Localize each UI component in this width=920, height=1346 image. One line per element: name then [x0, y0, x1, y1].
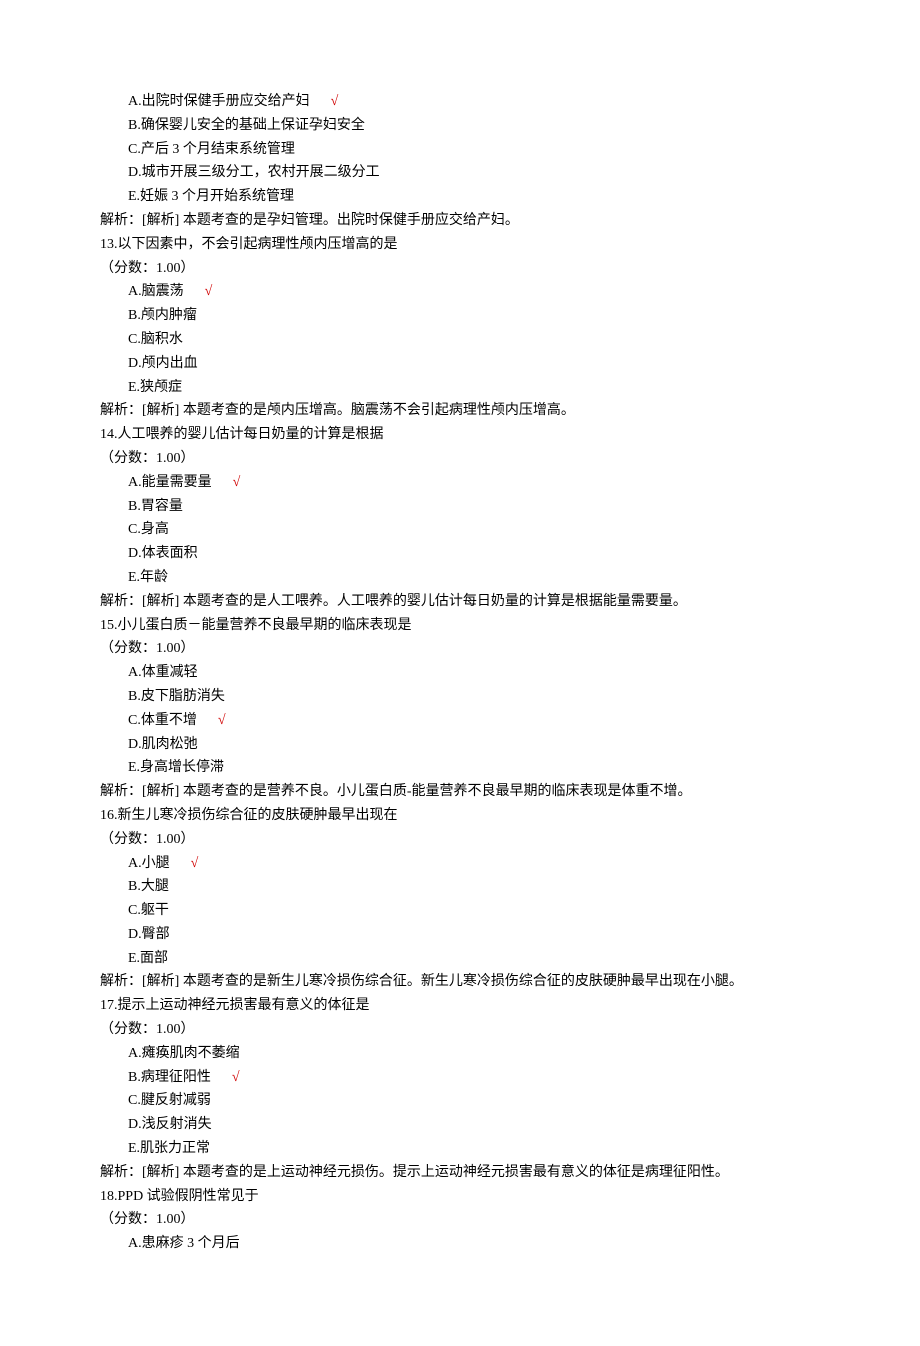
option-label: E.肌张力正常	[128, 1141, 210, 1156]
option: C.腱反射减弱	[100, 1089, 820, 1113]
option: C.脑积水	[100, 328, 820, 352]
option: E.身高增长停滞	[100, 756, 820, 780]
option-label: A.瘫痪肌肉不萎缩	[128, 1046, 240, 1061]
option-label: E.妊娠 3 个月开始系统管理	[128, 189, 294, 204]
question-score: （分数：1.00）	[100, 637, 820, 661]
check-icon: √	[218, 713, 226, 728]
question-stem: 17.提示上运动神经元损害最有意义的体征是	[100, 994, 820, 1018]
option: D.城市开展三级分工，农村开展二级分工	[100, 161, 820, 185]
check-icon: √	[232, 1070, 240, 1085]
option: B.颅内肿瘤	[100, 304, 820, 328]
option-label: C.躯干	[128, 903, 169, 918]
analysis: 解析：[解析] 本题考查的是颅内压增高。脑震荡不会引起病理性颅内压增高。	[100, 399, 820, 423]
option: A.小腿 √	[100, 852, 820, 876]
option: D.浅反射消失	[100, 1113, 820, 1137]
option-label: C.体重不增	[128, 713, 197, 728]
option: C.身高	[100, 518, 820, 542]
option: E.狭颅症	[100, 376, 820, 400]
option-label: A.出院时保健手册应交给产妇	[128, 94, 310, 109]
option-label: B.病理征阳性	[128, 1070, 211, 1085]
option: D.颅内出血	[100, 352, 820, 376]
option-label: D.颅内出血	[128, 356, 198, 371]
analysis: 解析：[解析] 本题考查的是新生儿寒冷损伤综合征。新生儿寒冷损伤综合征的皮肤硬肿…	[100, 970, 820, 994]
option-label: B.颅内肿瘤	[128, 308, 197, 323]
option-label: B.大腿	[128, 879, 169, 894]
question-score: （分数：1.00）	[100, 257, 820, 281]
option: C.躯干	[100, 899, 820, 923]
option: E.面部	[100, 947, 820, 971]
option: D.体表面积	[100, 542, 820, 566]
option: B.确保婴儿安全的基础上保证孕妇安全	[100, 114, 820, 138]
question-stem: 14.人工喂养的婴儿估计每日奶量的计算是根据	[100, 423, 820, 447]
option-label: B.胃容量	[128, 499, 183, 514]
option-label: E.面部	[128, 951, 168, 966]
option: A.能量需要量 √	[100, 471, 820, 495]
option-label: B.皮下脂肪消失	[128, 689, 225, 704]
option: E.年龄	[100, 566, 820, 590]
question-score: （分数：1.00）	[100, 447, 820, 471]
option-label: C.脑积水	[128, 332, 183, 347]
option-label: D.浅反射消失	[128, 1117, 212, 1132]
analysis: 解析：[解析] 本题考查的是营养不良。小儿蛋白质-能量营养不良最早期的临床表现是…	[100, 780, 820, 804]
option: E.肌张力正常	[100, 1137, 820, 1161]
check-icon: √	[331, 94, 339, 109]
option-label: C.身高	[128, 522, 169, 537]
question-score: （分数：1.00）	[100, 1208, 820, 1232]
option-label: E.身高增长停滞	[128, 760, 224, 775]
option-label: D.臀部	[128, 927, 170, 942]
check-icon: √	[233, 475, 241, 490]
option-label: A.脑震荡	[128, 284, 184, 299]
option-label: D.肌肉松弛	[128, 737, 198, 752]
option-label: A.患麻疹 3 个月后	[128, 1236, 240, 1251]
option: A.瘫痪肌肉不萎缩	[100, 1042, 820, 1066]
question-score: （分数：1.00）	[100, 1018, 820, 1042]
option: A.患麻疹 3 个月后	[100, 1232, 820, 1256]
option: B.皮下脂肪消失	[100, 685, 820, 709]
analysis: 解析：[解析] 本题考查的是人工喂养。人工喂养的婴儿估计每日奶量的计算是根据能量…	[100, 590, 820, 614]
option: C.体重不增 √	[100, 709, 820, 733]
option-label: E.狭颅症	[128, 380, 182, 395]
option: B.病理征阳性 √	[100, 1066, 820, 1090]
option-label: D.城市开展三级分工，农村开展二级分工	[128, 165, 380, 180]
option: D.肌肉松弛	[100, 733, 820, 757]
question-score: （分数：1.00）	[100, 828, 820, 852]
question-stem: 13.以下因素中，不会引起病理性颅内压增高的是	[100, 233, 820, 257]
option-label: D.体表面积	[128, 546, 198, 561]
analysis: 解析：[解析] 本题考查的是上运动神经元损伤。提示上运动神经元损害最有意义的体征…	[100, 1161, 820, 1185]
check-icon: √	[205, 284, 213, 299]
question-stem: 16.新生儿寒冷损伤综合征的皮肤硬肿最早出现在	[100, 804, 820, 828]
option: E.妊娠 3 个月开始系统管理	[100, 185, 820, 209]
option-label: C.产后 3 个月结束系统管理	[128, 142, 295, 157]
question-stem: 18.PPD 试验假阴性常见于	[100, 1185, 820, 1209]
option: A.体重减轻	[100, 661, 820, 685]
option-label: E.年龄	[128, 570, 168, 585]
analysis: 解析：[解析] 本题考查的是孕妇管理。出院时保健手册应交给产妇。	[100, 209, 820, 233]
option: D.臀部	[100, 923, 820, 947]
option: B.大腿	[100, 875, 820, 899]
option-label: A.体重减轻	[128, 665, 198, 680]
option-label: C.腱反射减弱	[128, 1093, 211, 1108]
question-stem: 15.小儿蛋白质－能量营养不良最早期的临床表现是	[100, 614, 820, 638]
option-label: A.小腿	[128, 856, 170, 871]
option: C.产后 3 个月结束系统管理	[100, 138, 820, 162]
option: A.出院时保健手册应交给产妇 √	[100, 90, 820, 114]
option: B.胃容量	[100, 495, 820, 519]
option-label: B.确保婴儿安全的基础上保证孕妇安全	[128, 118, 365, 133]
option: A.脑震荡 √	[100, 280, 820, 304]
option-label: A.能量需要量	[128, 475, 212, 490]
check-icon: √	[191, 856, 199, 871]
